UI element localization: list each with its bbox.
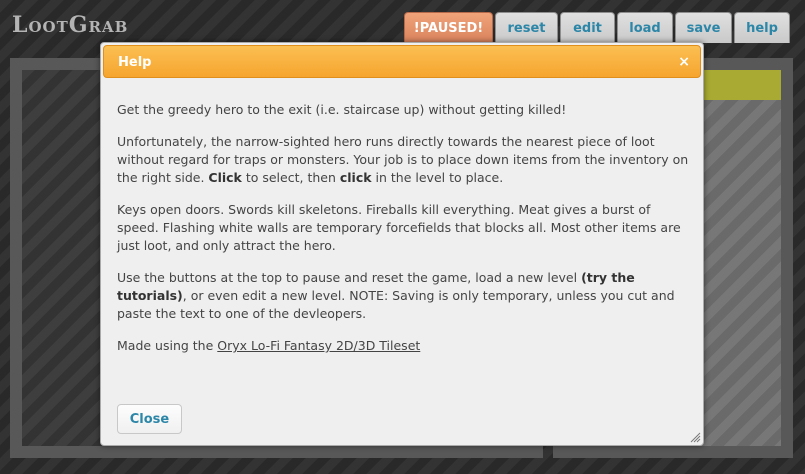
app-logo: LootGrab <box>12 12 129 38</box>
toolbar: !PAUSED! reset edit load save help <box>404 12 790 43</box>
help-paragraph-buttons: Use the buttons at the top to pause and … <box>117 270 675 321</box>
help-paragraph-credits: Made using the Oryx Lo-Fi Fantasy 2D/3D … <box>117 338 421 353</box>
help-paragraph-controls: Unfortunately, the narrow-sighted hero r… <box>117 134 689 185</box>
help-dialog: Help × Get the greedy hero to the exit (… <box>100 42 704 446</box>
paused-button[interactable]: !PAUSED! <box>404 12 493 43</box>
reset-button[interactable]: reset <box>495 12 558 43</box>
help-button[interactable]: help <box>734 12 790 43</box>
load-button[interactable]: load <box>617 12 673 43</box>
tileset-link[interactable]: Oryx Lo-Fi Fantasy 2D/3D Tileset <box>217 338 420 353</box>
help-intro: Get the greedy hero to the exit (i.e. st… <box>117 102 567 117</box>
close-button[interactable]: Close <box>117 404 182 434</box>
save-button[interactable]: save <box>675 12 732 43</box>
dialog-content: Get the greedy hero to the exit (i.e. st… <box>117 101 693 369</box>
close-icon[interactable]: × <box>678 46 690 79</box>
edit-button[interactable]: edit <box>560 12 615 43</box>
dialog-titlebar[interactable]: Help × <box>103 45 701 78</box>
dialog-title: Help <box>118 55 152 70</box>
help-paragraph-items: Keys open doors. Swords kill skeletons. … <box>117 202 681 253</box>
resize-grip-icon[interactable] <box>690 432 701 443</box>
